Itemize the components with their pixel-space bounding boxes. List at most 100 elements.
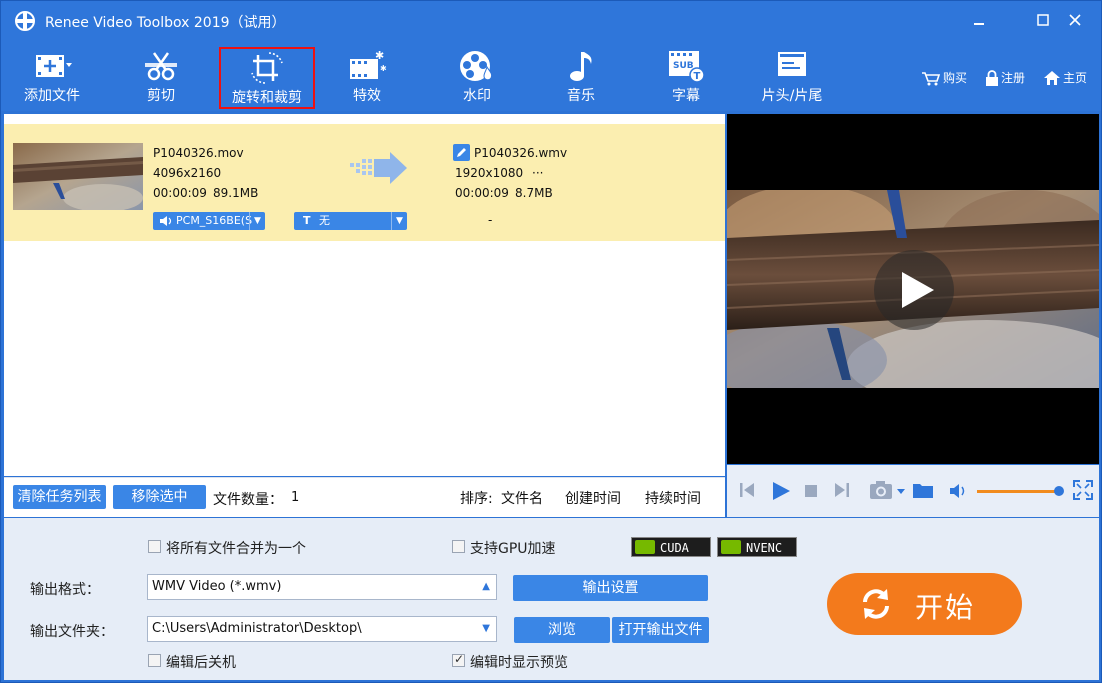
toolbar-add-file[interactable]: 添加文件 bbox=[19, 47, 85, 107]
home-label: 主页 bbox=[1063, 71, 1088, 85]
remove-selected-button[interactable]: 移除选中 bbox=[113, 485, 206, 509]
toolbar-rotate-crop[interactable]: 旋转和裁剪 bbox=[219, 47, 315, 109]
merge-files-checkbox[interactable] bbox=[148, 540, 161, 553]
fullscreen-button[interactable] bbox=[1073, 480, 1093, 500]
gpu-acceleration-label: 支持GPU加速 bbox=[470, 541, 556, 557]
file-count-value: 1 bbox=[291, 490, 300, 505]
volume-slider[interactable] bbox=[977, 490, 1057, 493]
output-folder-value: C:\Users\Administrator\Desktop\ bbox=[152, 621, 362, 636]
toolbar-cut-label: 剪切 bbox=[147, 88, 175, 104]
toolbar-effects-label: 特效 bbox=[353, 88, 381, 104]
target-size: 8.7MB bbox=[515, 186, 553, 200]
start-button[interactable]: 开始 bbox=[827, 573, 1022, 635]
stop-button[interactable] bbox=[804, 484, 818, 498]
close-button[interactable] bbox=[1062, 9, 1088, 33]
list-action-bar: 清除任务列表 移除选中 文件数量： 1 排序: 文件名 创建时间 持续时间 bbox=[4, 477, 725, 517]
subtitle-track-value: 无 bbox=[319, 214, 330, 227]
clear-task-list-button[interactable]: 清除任务列表 bbox=[13, 485, 106, 509]
source-size: 89.1MB bbox=[213, 186, 259, 200]
crop-rotate-icon bbox=[251, 52, 283, 84]
effects-icon: ✱ ✱ bbox=[350, 49, 387, 79]
output-format-value: WMV Video (*.wmv) bbox=[152, 579, 282, 594]
gpu-acceleration-checkbox[interactable] bbox=[452, 540, 465, 553]
nvidia-logo-icon bbox=[635, 540, 655, 554]
buy-label: 购买 bbox=[943, 71, 968, 85]
maximize-icon bbox=[1037, 14, 1049, 26]
edit-output-name-button[interactable] bbox=[453, 144, 470, 161]
sort-by-name[interactable]: 文件名 bbox=[501, 488, 543, 508]
snapshot-button[interactable] bbox=[869, 479, 907, 501]
sort-label: 排序: bbox=[460, 491, 493, 507]
buy-link[interactable]: 购买 bbox=[921, 69, 967, 86]
previous-frame-button[interactable] bbox=[739, 481, 755, 499]
lock-icon bbox=[986, 70, 998, 86]
toolbar-intro-outro[interactable]: 片头/片尾 bbox=[757, 47, 827, 107]
start-label: 开始 bbox=[915, 591, 976, 624]
sort-by-created[interactable]: 创建时间 bbox=[565, 488, 621, 508]
maximize-button[interactable] bbox=[1030, 9, 1056, 33]
intro-outro-icon bbox=[778, 52, 806, 76]
music-icon bbox=[570, 52, 592, 81]
cuda-label: CUDA bbox=[660, 541, 689, 555]
title-bar: Renee Video Toolbox 2019（试用） bbox=[1, 1, 1101, 41]
toolbar-subtitle-label: 字幕 bbox=[672, 88, 700, 104]
sort-by-duration[interactable]: 持续时间 bbox=[645, 488, 701, 508]
task-row[interactable]: P1040326.mov 4096x2160 00:00:09 89.1MB P… bbox=[4, 124, 725, 241]
play-button[interactable] bbox=[771, 481, 791, 501]
volume-slider-handle[interactable] bbox=[1054, 486, 1064, 496]
file-count-label: 文件数量： bbox=[213, 492, 283, 508]
video-preview[interactable] bbox=[727, 114, 1099, 464]
output-folder-input[interactable]: C:\Users\Administrator\Desktop\ ▼ bbox=[147, 616, 497, 642]
output-format-select[interactable]: WMV Video (*.wmv) ▲ bbox=[147, 574, 497, 600]
speaker-icon bbox=[160, 216, 172, 226]
play-overlay-button[interactable] bbox=[874, 250, 954, 330]
chevron-up-icon: ▲ bbox=[482, 581, 490, 592]
toolbar-subtitle[interactable]: SUB T 字幕 bbox=[656, 47, 716, 107]
app-logo-icon bbox=[15, 11, 35, 31]
toolbar-music[interactable]: 音乐 bbox=[551, 47, 611, 107]
chevron-down-icon: ▼ bbox=[391, 212, 407, 230]
cart-icon bbox=[922, 72, 941, 86]
nvenc-label: NVENC bbox=[746, 541, 783, 555]
volume-icon[interactable] bbox=[949, 482, 969, 500]
toolbar-watermark-label: 水印 bbox=[463, 88, 491, 104]
next-frame-button[interactable] bbox=[834, 481, 850, 499]
svg-text:T: T bbox=[694, 71, 701, 82]
target-filename: P1040326.wmv bbox=[474, 146, 568, 160]
play-icon bbox=[902, 272, 934, 308]
shutdown-after-edit-checkbox[interactable] bbox=[148, 654, 161, 667]
open-output-folder-button[interactable]: 打开输出文件 bbox=[612, 617, 709, 643]
toolbar-cut[interactable]: 剪切 bbox=[131, 47, 191, 107]
add-file-icon bbox=[36, 55, 72, 77]
toolbar-rotate-crop-label: 旋转和裁剪 bbox=[232, 90, 302, 106]
audio-track-value: PCM_S16BE(S bbox=[176, 214, 253, 227]
toolbar-music-label: 音乐 bbox=[567, 88, 595, 104]
subtitle-track-select[interactable]: T 无 ▼ bbox=[294, 212, 407, 230]
home-icon bbox=[1044, 71, 1060, 85]
chevron-down-icon: ▼ bbox=[249, 212, 265, 230]
show-preview-checkbox[interactable] bbox=[452, 652, 465, 667]
minimize-icon bbox=[974, 23, 984, 25]
output-settings-panel: 将所有文件合并为一个 支持GPU加速 CUDA NVENC 输出格式： WMV … bbox=[4, 518, 1099, 680]
output-settings-button[interactable]: 输出设置 bbox=[513, 575, 708, 601]
nvidia-logo-icon bbox=[721, 540, 741, 554]
audio-track-select[interactable]: PCM_S16BE(S ▼ bbox=[153, 212, 265, 230]
placeholder-dash: - bbox=[488, 213, 493, 227]
svg-text:✱: ✱ bbox=[375, 49, 384, 62]
open-folder-button[interactable] bbox=[912, 480, 934, 500]
toolbar-watermark[interactable]: 水印 bbox=[447, 47, 507, 107]
more-options-button[interactable]: ··· bbox=[532, 166, 543, 180]
watermark-icon bbox=[460, 51, 493, 81]
cuda-badge: CUDA bbox=[631, 537, 711, 557]
register-link[interactable]: 注册 bbox=[985, 69, 1025, 86]
pencil-icon bbox=[457, 148, 466, 157]
toolbar-add-file-label: 添加文件 bbox=[24, 88, 80, 104]
task-list: P1040326.mov 4096x2160 00:00:09 89.1MB P… bbox=[4, 114, 725, 476]
toolbar-effects[interactable]: ✱ ✱ 特效 bbox=[337, 47, 397, 107]
subtitle-icon: SUB T bbox=[669, 51, 705, 83]
home-link[interactable]: 主页 bbox=[1043, 69, 1087, 86]
toolbar-intro-outro-label: 片头/片尾 bbox=[761, 88, 823, 104]
minimize-button[interactable] bbox=[966, 9, 992, 33]
browse-button[interactable]: 浏览 bbox=[514, 617, 610, 643]
target-duration: 00:00:09 bbox=[455, 186, 509, 200]
